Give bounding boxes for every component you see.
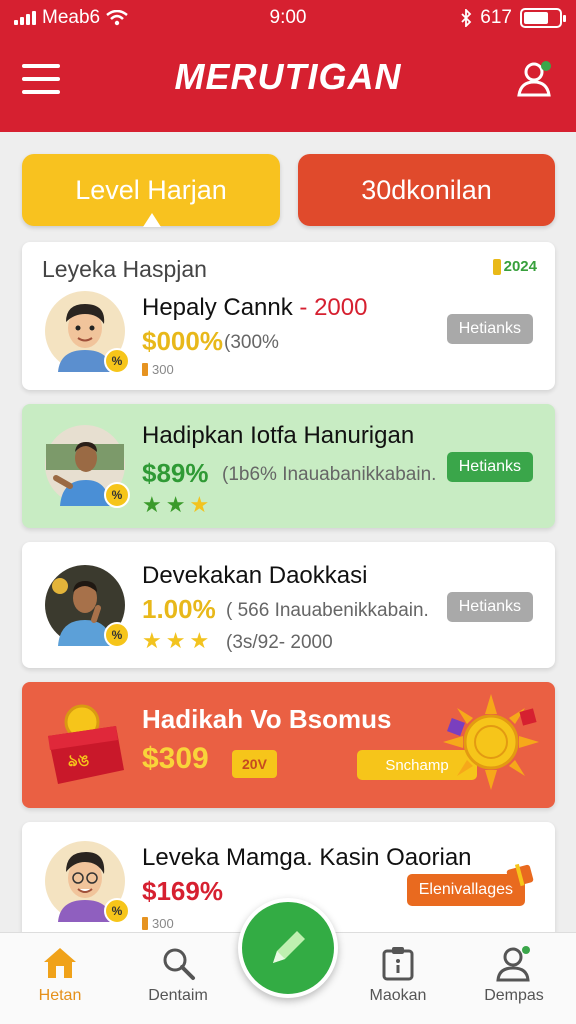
profile-button[interactable] (516, 58, 556, 98)
year-badge: 2024 (492, 258, 537, 275)
list-item[interactable]: % Devekakan Daokkasi 1.00% ( 566 Inauabe… (22, 542, 555, 668)
star-icon: ★ (142, 492, 162, 517)
nav-item-clipboard[interactable]: Maokan (350, 943, 446, 1005)
item-note-text: 300 (152, 916, 174, 931)
item-note-text: 300 (152, 362, 174, 377)
battery-icon (520, 8, 566, 28)
list-item[interactable]: Leyeka Haspjan 2024 % Hepaly Cannk - 200… (22, 242, 555, 390)
item-detail: (300% (224, 332, 279, 353)
profile-icon (496, 946, 530, 982)
item-detail: ( 566 Inauabenikkabain. (226, 600, 429, 621)
nav-label-profile: Dempas (484, 987, 544, 1004)
item-percent: 1.00% (142, 594, 216, 624)
rating-stars: ★ ★ ★ (142, 492, 209, 518)
status-right: 617 (460, 7, 566, 29)
promo-card[interactable]: ঌঙ Hadikah Vo Bsomus $309 20V Snchamp (22, 682, 555, 808)
avatar: % (44, 290, 130, 374)
item-detail: (1b6% Inauabanikkabain. (222, 464, 437, 485)
search-icon (163, 948, 195, 980)
nav-label-clipboard: Maokan (369, 987, 427, 1004)
nav-label-home: Hetan (38, 987, 82, 1004)
clipboard-icon (382, 947, 414, 981)
bluetooth-icon (461, 9, 472, 27)
item-action-button[interactable]: Hetianks (446, 452, 533, 482)
star-icon: ★ (165, 492, 186, 517)
avatar: % (44, 840, 130, 924)
coin-badge: % (104, 898, 130, 924)
item-note: 300 (142, 916, 174, 931)
star-icon: ★ (189, 492, 210, 517)
nav-item-profile[interactable]: Dempas (466, 943, 562, 1005)
item-action-button[interactable]: Hetianks (446, 314, 533, 344)
tab-second[interactable]: 30dkonilan (298, 154, 555, 226)
list-item[interactable]: % Hadipkan Iotfa Hanurigan $89% (1b6% In… (22, 404, 555, 528)
compose-fab[interactable] (238, 898, 338, 998)
tab-second-label: 30dkonilan (361, 174, 492, 205)
gift-box-icon: ঌঙ (48, 704, 124, 784)
item-name-text: Hepaly Cannk (142, 294, 293, 321)
star-icon: ★ (142, 628, 162, 653)
app-title: MERUTIGAN (174, 56, 402, 97)
item-percent: $000% (142, 326, 223, 356)
item-name: Hadipkan Iotfa Hanurigan (142, 422, 415, 449)
promo-amount: $309 (142, 742, 209, 775)
nav-item-search[interactable]: Dentaim (130, 943, 226, 1005)
coin-badge: % (104, 482, 130, 508)
item-note: 300 (142, 362, 174, 377)
avatar: % (44, 424, 130, 508)
nav-label-search: Dentaim (148, 987, 208, 1004)
rating-detail: (3s/92- 2000 (226, 632, 333, 653)
item-name: Hepaly Cannk - 2000 (142, 294, 367, 322)
tag-icon (142, 363, 148, 376)
battery-percent: 617 (480, 7, 512, 28)
item-name-suffix: - 2000 (299, 294, 368, 321)
tab-level-label: Level Harjan (75, 174, 227, 205)
edit-icon (273, 931, 305, 963)
item-name: Devekakan Daokkasi (142, 562, 368, 589)
svg-text:ঌঙ: ঌঙ (68, 751, 90, 770)
avatar: % (44, 564, 130, 648)
year-text: 2024 (503, 258, 537, 275)
promo-title: Hadikah Vo Bsomus (142, 704, 392, 734)
tag-icon (142, 917, 148, 930)
star-icon: ★ (189, 628, 210, 653)
star-icon: ★ (165, 628, 186, 653)
item-action-button[interactable]: Hetianks (446, 592, 533, 622)
battery-small-icon (492, 258, 501, 275)
coin-badge: % (104, 348, 130, 374)
rating-stars: ★ ★ ★ (142, 628, 209, 654)
tab-level[interactable]: Level Harjan (22, 154, 280, 227)
app-header: Meab6 9:00 617 MERUTIGAN (0, 0, 576, 132)
nav-item-home[interactable]: Hetan (12, 943, 108, 1005)
user-badge-icon (517, 61, 551, 97)
gift-icon (506, 863, 534, 888)
home-icon (44, 948, 76, 978)
card-section-title: Leyeka Haspjan (42, 256, 207, 282)
item-percent: $89% (142, 458, 209, 488)
promo-tag: 20V (232, 750, 277, 778)
status-bar: Meab6 9:00 617 (0, 0, 576, 36)
item-percent: $169% (142, 876, 223, 906)
sun-coin-icon (443, 694, 539, 790)
item-name: Leveka Mamga. Kasin Oaorian (142, 844, 472, 871)
coin-badge: % (104, 622, 130, 648)
